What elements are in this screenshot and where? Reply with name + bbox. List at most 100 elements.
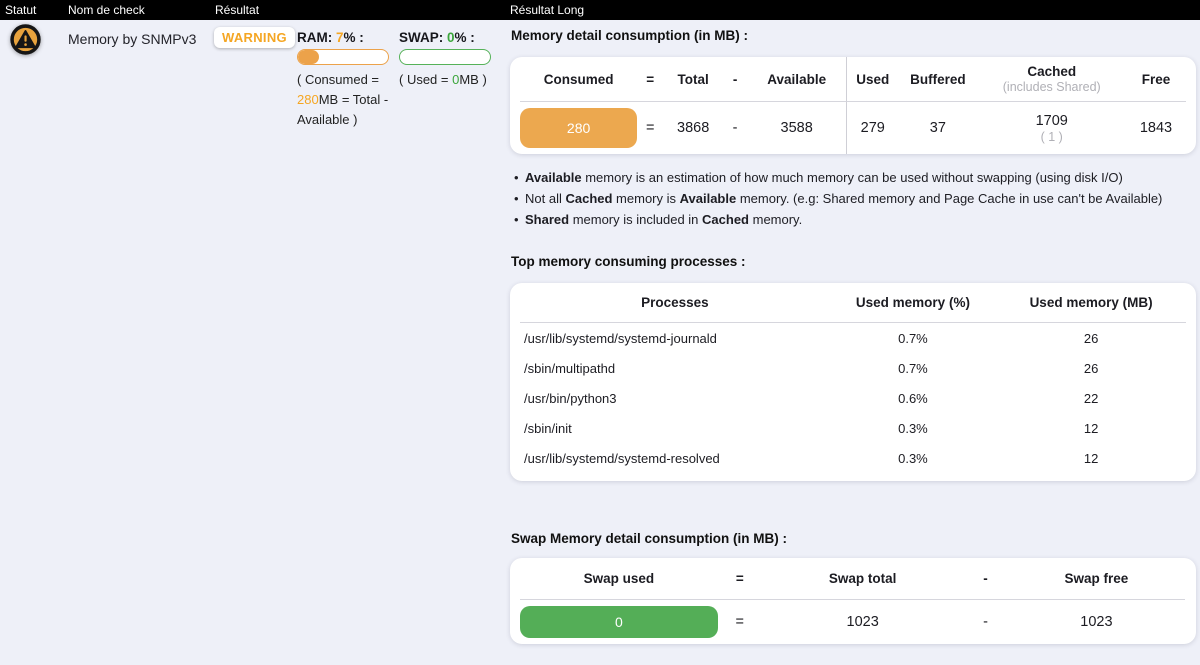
table-row: /sbin/init 0.3% 12 (520, 413, 1186, 443)
value-swap-equals: = (718, 614, 762, 630)
value-free: 1843 (1126, 102, 1186, 154)
check-name: Memory by SNMPv3 (68, 31, 196, 47)
note-bold: Available (680, 191, 737, 206)
long-output-panel: Memory detail consumption (in MB) : Cons… (510, 24, 1196, 644)
note-text: memory is included in (569, 212, 702, 227)
header-used: Used (846, 57, 898, 102)
header-equals-sign: = (637, 57, 663, 102)
status-badge-warning: WARNING (214, 27, 295, 48)
swap-header-row: Swap used = Swap total - Swap free (520, 558, 1186, 600)
memory-detail-table: Consumed = Total - Available Used Buffer… (510, 57, 1196, 154)
header-consumed: Consumed (520, 57, 637, 102)
value-available: 3588 (747, 102, 846, 154)
process-used-mb: 22 (996, 391, 1186, 406)
process-name: /usr/lib/systemd/systemd-journald (520, 331, 830, 346)
swap-value-row: 0 = 1023 - 1023 (520, 600, 1186, 644)
consumed-highlight: 280 (520, 108, 637, 148)
header-swap-free: Swap free (1008, 558, 1186, 600)
value-swap-free: 1023 (1008, 614, 1186, 630)
swap-table-title: Swap Memory detail consumption (in MB) : (511, 531, 1196, 546)
header-cached-main: Cached (977, 64, 1126, 79)
ram-label-text: RAM: (297, 30, 332, 45)
header-cached: Cached (includes Shared) (977, 57, 1126, 102)
process-used-pct: 0.6% (830, 391, 997, 406)
note-text: memory. (749, 212, 802, 227)
ram-progress-bar (297, 49, 389, 65)
header-free: Free (1126, 57, 1186, 102)
note-bold: Cached (702, 212, 749, 227)
process-name: /usr/bin/python3 (520, 391, 830, 406)
table-row: /usr/lib/systemd/systemd-journald 0.7% 2… (520, 323, 1186, 353)
swap-usage-label: SWAP: 0% : (399, 30, 495, 45)
note-item: Available memory is an estimation of how… (510, 167, 1196, 188)
process-used-pct: 0.7% (830, 361, 997, 376)
note-item: Shared memory is included in Cached memo… (510, 209, 1196, 230)
header-minus-sign: - (723, 57, 747, 102)
process-name: /usr/lib/systemd/systemd-resolved (520, 451, 830, 466)
ram-note-pre: ( Consumed = (297, 72, 379, 87)
header-total: Total (663, 57, 723, 102)
swap-gauge: SWAP: 0% : ( Used = 0MB ) (399, 30, 495, 90)
value-minus-sign: - (723, 102, 747, 154)
process-used-mb: 12 (996, 451, 1186, 466)
header-processes: Processes (520, 283, 830, 323)
value-cached: 1709 ( 1 ) (977, 102, 1126, 154)
value-cached-sub: ( 1 ) (977, 130, 1126, 144)
table-row: /usr/lib/systemd/systemd-resolved 0.3% 1… (520, 443, 1186, 473)
value-cached-main: 1709 (977, 113, 1126, 129)
note-text: Not all (525, 191, 565, 206)
table-row: /usr/bin/python3 0.6% 22 (520, 383, 1186, 413)
header-swap-minus: - (964, 558, 1008, 600)
process-name: /sbin/multipathd (520, 361, 830, 376)
header-used-memory-pct: Used memory (%) (830, 283, 997, 323)
process-used-pct: 0.3% (830, 421, 997, 436)
header-available: Available (747, 57, 846, 102)
value-used: 279 (846, 102, 898, 154)
value-swap-minus: - (964, 614, 1008, 630)
process-used-mb: 26 (996, 331, 1186, 346)
table-row: /sbin/multipathd 0.7% 26 (520, 353, 1186, 383)
swap-percent-value: 0 (447, 30, 455, 45)
warning-status-icon (10, 24, 41, 55)
header-swap-total: Swap total (762, 558, 964, 600)
note-text: memory. (e.g: Shared memory and Page Cac… (736, 191, 1162, 206)
process-used-mb: 26 (996, 361, 1186, 376)
ram-percent-value: 7 (336, 30, 344, 45)
ram-label-suffix: % : (344, 30, 364, 45)
header-cached-sub: (includes Shared) (977, 80, 1126, 94)
header-swap-equals: = (718, 558, 762, 600)
swap-used-note: ( Used = 0MB ) (399, 70, 495, 90)
results-header: Statut Nom de check Résultat Résultat Lo… (0, 0, 1200, 20)
memory-table-value-row: 280 = 3868 - 3588 279 37 1709 ( 1 ) 1843 (520, 102, 1186, 154)
note-bold: Cached (565, 191, 612, 206)
process-used-mb: 12 (996, 421, 1186, 436)
note-item: Not all Cached memory is Available memor… (510, 188, 1196, 209)
swap-detail-table: Swap used = Swap total - Swap free 0 = 1… (510, 558, 1196, 644)
processes-header-row: Processes Used memory (%) Used memory (M… (520, 283, 1186, 323)
memory-table-title: Memory detail consumption (in MB) : (511, 28, 1196, 43)
process-used-pct: 0.3% (830, 451, 997, 466)
note-text: memory is an estimation of how much memo… (582, 170, 1123, 185)
header-swap-used: Swap used (520, 558, 718, 600)
ram-progress-fill (298, 50, 319, 64)
ram-consumed-note: ( Consumed = 280MB = Total - Available ) (297, 70, 393, 130)
header-col-check-name: Nom de check (68, 0, 145, 20)
ram-consumed-value: 280 (297, 92, 319, 107)
value-swap-total: 1023 (762, 614, 964, 630)
value-consumed-cell: 280 (520, 102, 637, 154)
header-buffered: Buffered (898, 57, 977, 102)
note-text: memory is (612, 191, 679, 206)
ram-usage-label: RAM: 7% : (297, 30, 393, 45)
swap-note-pre: ( Used = (399, 72, 452, 87)
memory-table-header-row: Consumed = Total - Available Used Buffer… (520, 57, 1186, 102)
note-bold: Shared (525, 212, 569, 227)
memory-notes-list: Available memory is an estimation of how… (510, 167, 1196, 230)
header-col-result: Résultat (215, 0, 259, 20)
header-used-memory-mb: Used memory (MB) (996, 283, 1186, 323)
swap-label-suffix: % : (455, 30, 475, 45)
swap-used-highlight: 0 (520, 606, 718, 638)
swap-label-text: SWAP: (399, 30, 443, 45)
swap-note-post: MB ) (459, 72, 486, 87)
process-name: /sbin/init (520, 421, 830, 436)
header-col-result-long: Résultat Long (510, 0, 584, 20)
